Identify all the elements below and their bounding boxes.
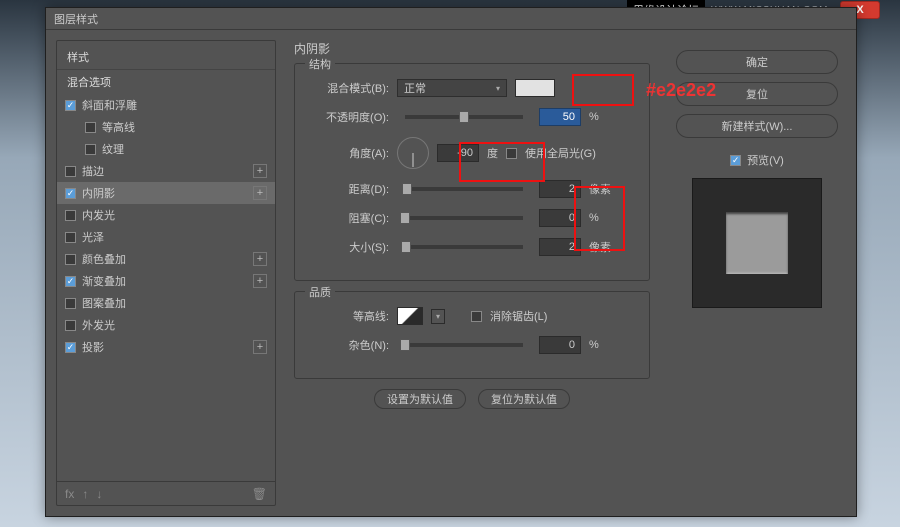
layer-style-dialog: 图层样式 样式 混合选项 斜面和浮雕等高线纹理描边 + 内阴影 + 内发光光泽颜色叠加 +… bbox=[45, 7, 857, 517]
style-check[interactable] bbox=[65, 232, 76, 243]
noise-label: 杂色(N): bbox=[309, 337, 389, 353]
noise-slider[interactable] bbox=[405, 343, 523, 347]
right-panel: 确定 复位 新建样式(W)... 预览(V) bbox=[668, 40, 846, 506]
style-check[interactable] bbox=[65, 188, 76, 199]
style-check[interactable] bbox=[65, 320, 76, 331]
style-check[interactable] bbox=[85, 122, 96, 133]
group-quality-title: 品质 bbox=[305, 284, 335, 300]
highlight-angle bbox=[459, 142, 545, 182]
size-label: 大小(S): bbox=[309, 239, 389, 255]
style-item-4[interactable]: 内阴影 + bbox=[57, 182, 275, 204]
add-effect-icon[interactable]: + bbox=[253, 340, 267, 354]
style-check[interactable] bbox=[65, 210, 76, 221]
style-label: 颜色叠加 bbox=[82, 251, 247, 267]
style-item-7[interactable]: 颜色叠加 + bbox=[57, 248, 275, 270]
style-label: 图案叠加 bbox=[82, 295, 267, 311]
blend-options-header[interactable]: 混合选项 bbox=[57, 70, 275, 94]
new-style-button[interactable]: 新建样式(W)... bbox=[676, 114, 838, 138]
preview-box bbox=[692, 178, 822, 308]
ok-button[interactable]: 确定 bbox=[676, 50, 838, 74]
style-item-1[interactable]: 等高线 bbox=[57, 116, 275, 138]
chevron-down-icon: ▾ bbox=[496, 84, 500, 93]
style-label: 外发光 bbox=[82, 317, 267, 333]
style-item-8[interactable]: 渐变叠加 + bbox=[57, 270, 275, 292]
style-check[interactable] bbox=[65, 100, 76, 111]
style-item-6[interactable]: 光泽 bbox=[57, 226, 275, 248]
titlebar[interactable]: 图层样式 bbox=[46, 8, 856, 30]
reset-default-button[interactable]: 复位为默认值 bbox=[478, 389, 570, 409]
set-default-button[interactable]: 设置为默认值 bbox=[374, 389, 466, 409]
opacity-label: 不透明度(O): bbox=[309, 109, 389, 125]
window-title: 图层样式 bbox=[54, 11, 98, 27]
noise-unit: % bbox=[589, 339, 599, 351]
blend-mode-label: 混合模式(B): bbox=[309, 80, 389, 96]
style-item-11[interactable]: 投影 + bbox=[57, 336, 275, 358]
fx-icon[interactable]: fx bbox=[65, 487, 74, 501]
style-label: 渐变叠加 bbox=[82, 273, 247, 289]
angle-label: 角度(A): bbox=[309, 145, 389, 161]
style-label: 内发光 bbox=[82, 207, 267, 223]
styles-footer: fx ↑ ↓ 🗑 bbox=[57, 481, 275, 505]
contour-picker[interactable] bbox=[397, 307, 423, 325]
group-structure-title: 结构 bbox=[305, 56, 335, 72]
arrow-down-icon[interactable]: ↓ bbox=[96, 487, 102, 501]
contour-chevron-icon[interactable]: ▾ bbox=[431, 309, 445, 324]
styles-header[interactable]: 样式 bbox=[57, 45, 275, 70]
add-effect-icon[interactable]: + bbox=[253, 186, 267, 200]
add-effect-icon[interactable]: + bbox=[253, 274, 267, 288]
blend-mode-select[interactable]: 正常▾ bbox=[397, 79, 507, 97]
angle-dial[interactable] bbox=[397, 137, 429, 169]
arrow-up-icon[interactable]: ↑ bbox=[82, 487, 88, 501]
opacity-slider[interactable] bbox=[405, 115, 523, 119]
style-check[interactable] bbox=[85, 144, 96, 155]
antialias-check[interactable] bbox=[471, 311, 482, 322]
preview-swatch bbox=[726, 212, 788, 274]
style-check[interactable] bbox=[65, 254, 76, 265]
group-quality: 品质 等高线: ▾ 消除锯齿(L) 杂色(N): 0 % bbox=[294, 291, 650, 379]
add-effect-icon[interactable]: + bbox=[253, 164, 267, 178]
size-slider[interactable] bbox=[405, 245, 523, 249]
style-item-3[interactable]: 描边 + bbox=[57, 160, 275, 182]
antialias-label: 消除锯齿(L) bbox=[490, 308, 547, 324]
opacity-unit: % bbox=[589, 111, 599, 123]
effect-title: 内阴影 bbox=[294, 40, 650, 57]
style-check[interactable] bbox=[65, 298, 76, 309]
trash-icon[interactable]: 🗑 bbox=[252, 487, 267, 501]
noise-input[interactable]: 0 bbox=[539, 336, 581, 354]
style-check[interactable] bbox=[65, 342, 76, 353]
style-item-10[interactable]: 外发光 bbox=[57, 314, 275, 336]
style-label: 纹理 bbox=[102, 141, 267, 157]
style-item-0[interactable]: 斜面和浮雕 bbox=[57, 94, 275, 116]
style-item-9[interactable]: 图案叠加 bbox=[57, 292, 275, 314]
preview-check[interactable] bbox=[730, 155, 741, 166]
opacity-input[interactable]: 50 bbox=[539, 108, 581, 126]
styles-panel: 样式 混合选项 斜面和浮雕等高线纹理描边 + 内阴影 + 内发光光泽颜色叠加 + 渐变叠加 +… bbox=[56, 40, 276, 506]
highlight-values bbox=[574, 186, 625, 251]
distance-label: 距离(D): bbox=[309, 181, 389, 197]
settings-panel: 内阴影 结构 混合模式(B): 正常▾ 不透明度(O): 50 % bbox=[276, 40, 668, 506]
preview-label: 预览(V) bbox=[747, 152, 784, 168]
choke-slider[interactable] bbox=[405, 216, 523, 220]
style-item-5[interactable]: 内发光 bbox=[57, 204, 275, 226]
hex-annotation: #e2e2e2 bbox=[646, 80, 716, 101]
highlight-color bbox=[572, 74, 634, 106]
style-label: 等高线 bbox=[102, 119, 267, 135]
style-check[interactable] bbox=[65, 166, 76, 177]
distance-slider[interactable] bbox=[405, 187, 523, 191]
add-effect-icon[interactable]: + bbox=[253, 252, 267, 266]
style-label: 投影 bbox=[82, 339, 247, 355]
style-check[interactable] bbox=[65, 276, 76, 287]
style-label: 描边 bbox=[82, 163, 247, 179]
style-label: 斜面和浮雕 bbox=[82, 97, 267, 113]
contour-label: 等高线: bbox=[309, 308, 389, 324]
style-label: 内阴影 bbox=[82, 185, 247, 201]
style-label: 光泽 bbox=[82, 229, 267, 245]
style-item-2[interactable]: 纹理 bbox=[57, 138, 275, 160]
shadow-color-swatch[interactable] bbox=[515, 79, 555, 97]
choke-label: 阻塞(C): bbox=[309, 210, 389, 226]
